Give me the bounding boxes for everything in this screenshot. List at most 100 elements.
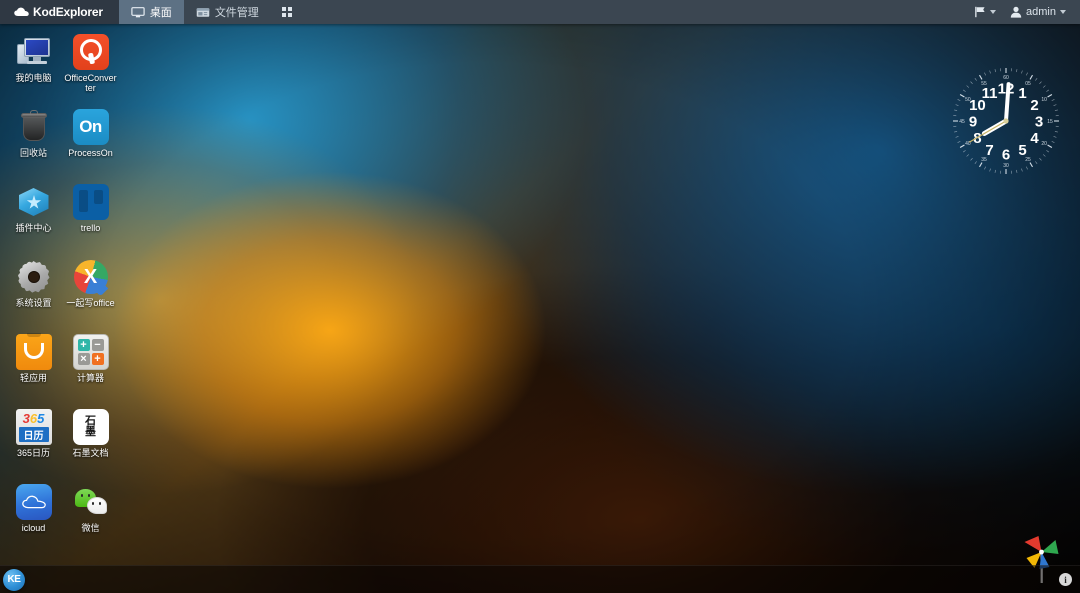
svg-text:9: 9 xyxy=(969,114,977,131)
svg-text:2: 2 xyxy=(1030,97,1038,114)
desktop-icon-officeconverter[interactable]: OfficeConverter xyxy=(63,28,118,103)
desktop-icon-label: 一起写office xyxy=(66,298,115,308)
c365-label: 日历 xyxy=(18,427,49,442)
chevron-down-icon xyxy=(990,10,997,14)
top-bar: KodExplorer 桌面 文件管理 admin xyxy=(0,0,1080,24)
desktop-icon-label: 插件中心 xyxy=(15,223,52,233)
app-grid-button[interactable] xyxy=(270,0,303,24)
desktop-icon-label: 石墨文档 xyxy=(72,448,109,458)
c365-digit-6: 6 xyxy=(29,410,38,426)
calendar-365-icon: 365 日历 xyxy=(15,409,52,445)
user-menu[interactable]: admin xyxy=(1004,0,1072,24)
desktop-icon-label: 计算器 xyxy=(76,373,104,383)
svg-text:15: 15 xyxy=(1047,119,1053,125)
app-logo[interactable]: KodExplorer xyxy=(0,0,119,24)
app-title: KodExplorer xyxy=(33,5,103,19)
tab-desktop-label: 桌面 xyxy=(149,7,172,19)
desktop-icon-label: 回收站 xyxy=(19,148,47,158)
svg-text:45: 45 xyxy=(959,119,965,125)
desktop-icon-my-computer[interactable]: 我的电脑 xyxy=(6,28,61,103)
desktop-icon-grid: 我的电脑 OfficeConverter 回收站 On ProcessOn 插件… xyxy=(6,28,118,553)
desktop-icon-label: 系统设置 xyxy=(15,298,52,308)
kodexplorer-desktop: KodExplorer 桌面 文件管理 admin 我的电脑 OfficeCon… xyxy=(0,0,1080,593)
desktop-icon-label: 微信 xyxy=(81,523,100,533)
folder-window-icon xyxy=(196,7,210,17)
wechat-icon xyxy=(73,484,109,520)
desktop-icon-label: 我的电脑 xyxy=(15,73,52,83)
svg-text:20: 20 xyxy=(1041,141,1047,147)
app-grid-icon xyxy=(282,7,292,17)
calc-key-times: × xyxy=(77,353,90,365)
cloud-icon xyxy=(14,7,29,16)
calc-key-minus: − xyxy=(91,339,104,351)
svg-text:4: 4 xyxy=(1030,130,1039,147)
topbar-spacer xyxy=(302,0,969,24)
calc-key-plus2: + xyxy=(91,353,104,365)
taskbar: KE i xyxy=(0,565,1080,593)
c365-digit-3: 3 xyxy=(22,410,30,426)
language-menu[interactable] xyxy=(968,0,1002,24)
user-name-label: admin xyxy=(1026,6,1056,18)
recycle-bin-icon xyxy=(16,109,52,145)
desktop-icon-icloud[interactable]: icloud xyxy=(6,478,61,553)
processon-icon: On xyxy=(72,109,109,145)
desktop-icon-calculator[interactable]: + − × + 计算器 xyxy=(63,328,118,403)
desktop-icon-label: 轻应用 xyxy=(19,373,47,383)
system-settings-icon xyxy=(16,259,52,295)
flag-icon xyxy=(975,6,985,18)
light-apps-icon xyxy=(15,333,52,370)
start-button[interactable]: KE xyxy=(3,568,25,591)
svg-text:6: 6 xyxy=(1002,147,1010,164)
desktop-icon-label: ProcessOn xyxy=(68,148,113,158)
user-icon xyxy=(1010,6,1022,18)
trello-icon xyxy=(72,184,109,220)
desktop-icon-label: OfficeConverter xyxy=(64,73,117,93)
desktop-icon-system-settings[interactable]: 系统设置 xyxy=(6,253,61,328)
tab-desktop[interactable]: 桌面 xyxy=(118,0,184,24)
desktop-icon-recycle-bin[interactable]: 回收站 xyxy=(6,103,61,178)
svg-text:1: 1 xyxy=(1018,85,1026,102)
icloud-icon xyxy=(15,484,52,520)
shimo-docs-icon: 石 墨 xyxy=(72,409,109,445)
my-computer-icon xyxy=(16,34,52,70)
clock-center-pin xyxy=(1003,118,1009,124)
svg-text:7: 7 xyxy=(985,142,993,159)
tab-file-manager[interactable]: 文件管理 xyxy=(183,0,271,24)
officeconverter-icon xyxy=(72,34,109,70)
desktop-icon-plugin-center[interactable]: 插件中心 xyxy=(6,178,61,253)
desktop-icon-label: trello xyxy=(80,223,101,233)
desktop-icon-label: icloud xyxy=(21,523,46,533)
desktop-icon-shimo-docs[interactable]: 石 墨 石墨文档 xyxy=(63,403,118,478)
desktop-icon-label: 365日历 xyxy=(16,448,51,458)
chevron-down-icon xyxy=(1060,10,1066,14)
desktop-icon-yiqixie-office[interactable]: X 一起写office xyxy=(63,253,118,328)
desktop-icon-light-apps[interactable]: 轻应用 xyxy=(6,328,61,403)
yiqixie-logo-text: X xyxy=(83,265,98,288)
desktop-area[interactable]: 我的电脑 OfficeConverter 回收站 On ProcessOn 插件… xyxy=(0,24,1080,593)
info-icon[interactable]: i xyxy=(1059,573,1072,586)
cloud-glyph-icon xyxy=(21,495,46,509)
analog-clock-widget[interactable]: 600510152025303540455055 12 1234567891011 xyxy=(949,64,1063,178)
svg-text:30: 30 xyxy=(1003,163,1009,169)
yiqixie-office-icon: X xyxy=(73,259,109,297)
top-tabs: 桌面 文件管理 xyxy=(118,0,303,24)
clock-minute-hand xyxy=(1004,82,1011,123)
svg-text:10: 10 xyxy=(1041,97,1047,103)
svg-text:5: 5 xyxy=(1018,142,1026,159)
calc-key-plus: + xyxy=(77,339,90,351)
shimo-char-2: 墨 xyxy=(85,426,96,438)
taskbar-tray: i xyxy=(1059,573,1080,586)
desktop-icon-wechat[interactable]: 微信 xyxy=(63,478,118,553)
svg-text:11: 11 xyxy=(982,85,998,102)
tab-file-manager-label: 文件管理 xyxy=(214,7,259,19)
topbar-right-group: admin xyxy=(968,0,1080,24)
monitor-icon xyxy=(131,6,145,17)
processon-logo-text: On xyxy=(79,117,102,136)
desktop-icon-trello[interactable]: trello xyxy=(63,178,118,253)
svg-text:3: 3 xyxy=(1035,114,1043,131)
calculator-icon: + − × + xyxy=(72,334,109,370)
desktop-icon-processon[interactable]: On ProcessOn xyxy=(63,103,118,178)
desktop-icon-calendar-365[interactable]: 365 日历 365日历 xyxy=(6,403,61,478)
c365-digit-5: 5 xyxy=(37,410,45,426)
plugin-center-icon xyxy=(16,184,52,220)
